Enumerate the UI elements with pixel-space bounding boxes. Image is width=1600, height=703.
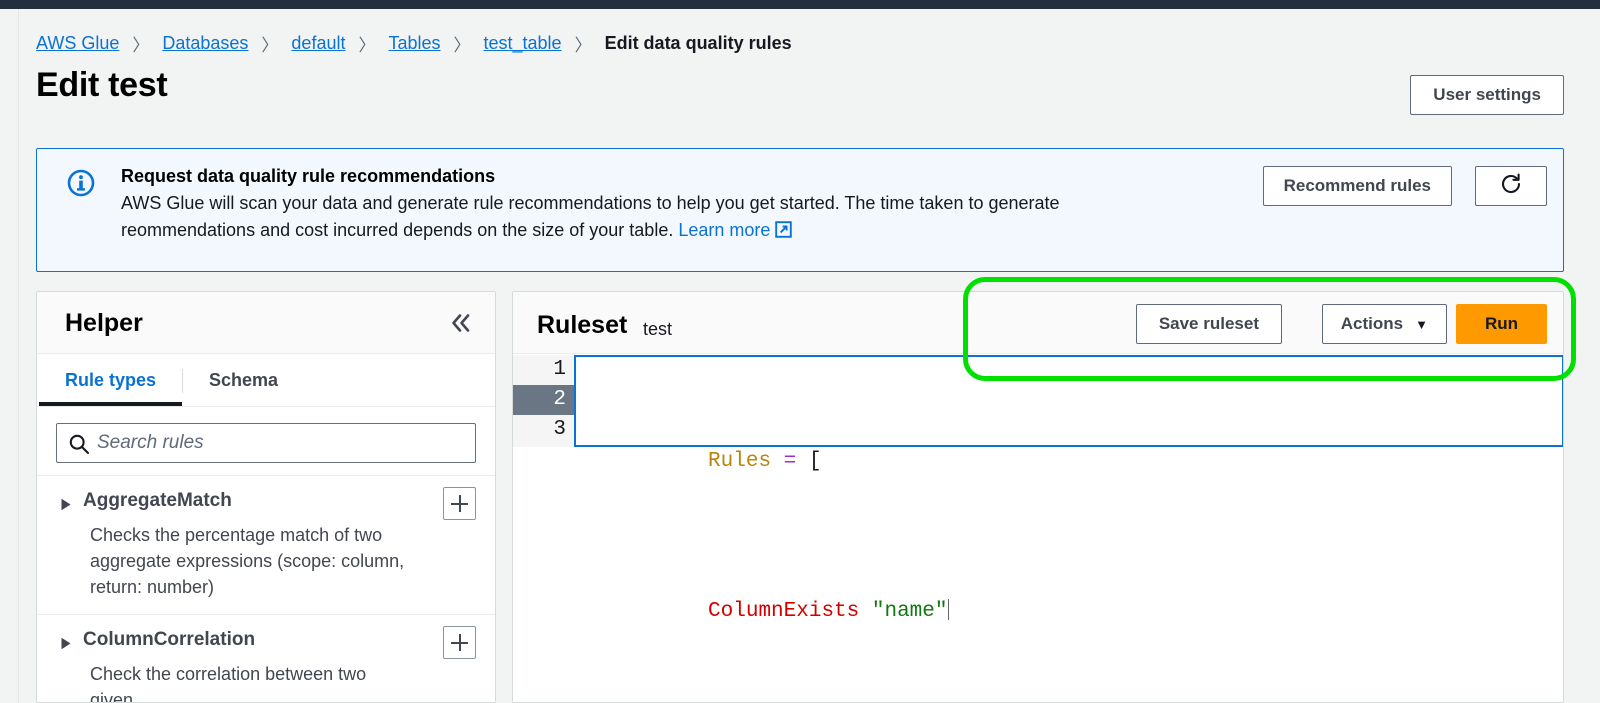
rule-type-header[interactable]: AggregateMatch: [56, 490, 476, 517]
save-ruleset-button[interactable]: Save ruleset: [1135, 304, 1282, 344]
recommend-rules-button[interactable]: Recommend rules: [1262, 166, 1452, 206]
tab-schema[interactable]: Schema: [183, 354, 304, 406]
breadcrumb-separator-icon: 〉: [453, 36, 471, 55]
breadcrumb-item-default[interactable]: default: [291, 33, 345, 54]
run-button[interactable]: Run: [1455, 304, 1547, 344]
helper-tabs: Rule types Schema: [37, 354, 495, 407]
banner-line-1: AWS Glue will scan your data and generat…: [121, 193, 1060, 213]
rule-type-description: Checks the percentage match of two aggre…: [90, 525, 405, 598]
add-rule-button-columncorrelation[interactable]: [443, 626, 476, 660]
page-title: Edit test: [36, 66, 168, 104]
breadcrumb-item-test-table[interactable]: test_table: [484, 33, 562, 54]
chevron-down-icon: ▼: [1415, 316, 1428, 332]
code-token: Rules: [708, 450, 772, 473]
code-token: =: [783, 450, 797, 473]
ruleset-name: test: [643, 319, 673, 339]
gutter-line-2[interactable]: 2: [513, 385, 574, 415]
page-header: Edit test User settings: [36, 66, 1564, 125]
editor-gutter: 1 2 3: [513, 355, 586, 447]
recommendations-info-banner: Request data quality rule recommendation…: [36, 148, 1564, 272]
helper-header: Helper: [37, 292, 495, 354]
breadcrumb-item-tables[interactable]: Tables: [388, 33, 440, 54]
refresh-icon: [1499, 172, 1523, 201]
rule-type-name: AggregateMatch: [83, 490, 232, 511]
helper-panel: Helper Rule types Schema Search rules Ag…: [36, 291, 496, 703]
line-number: 2: [553, 388, 566, 411]
rule-type-name: ColumnCorrelation: [83, 629, 256, 651]
ruleset-panel: Ruleset test Save ruleset Actions ▼ Run …: [512, 291, 1564, 703]
line-number: 1: [553, 358, 566, 381]
rule-type-item-columncorrelation[interactable]: ColumnCorrelation Check the correlation …: [37, 614, 495, 703]
gutter-line-3[interactable]: 3: [513, 415, 574, 445]
code-token: "name": [871, 600, 948, 623]
page-container: AWS Glue 〉 Databases 〉 default 〉 Tables …: [20, 9, 1600, 703]
banner-heading: Request data quality rule recommendation…: [121, 166, 496, 186]
triangle-right-icon[interactable]: [60, 495, 72, 517]
ruleset-header: Ruleset test Save ruleset Actions ▼ Run: [513, 292, 1563, 354]
ruleset-title: Ruleset: [537, 311, 628, 339]
editor-code-content[interactable]: Rules = [ ColumnExists "name" ]: [576, 357, 1562, 623]
banner-line-2-text: reommendations and cost incurred depends…: [121, 219, 679, 240]
gutter-line-1[interactable]: 1: [513, 355, 586, 385]
actions-label: Actions: [1340, 314, 1404, 333]
triangle-right-icon[interactable]: [60, 634, 72, 656]
breadcrumb-item-current: Edit data quality rules: [604, 33, 792, 53]
rule-type-item-aggregatematch[interactable]: AggregateMatch Checks the percentage mat…: [37, 475, 495, 614]
banner-line-2: reommendations and cost incurred depends…: [121, 217, 1201, 246]
rule-types-list: AggregateMatch Checks the percentage mat…: [37, 475, 495, 703]
breadcrumb: AWS Glue 〉 Databases 〉 default 〉 Tables …: [36, 31, 792, 56]
code-line-1[interactable]: Rules = [: [582, 417, 1562, 507]
search-icon: [68, 433, 90, 460]
code-line-2[interactable]: ColumnExists "name": [582, 567, 1562, 657]
search-rules-container: [56, 423, 476, 463]
banner-body: Request data quality rule recommendation…: [121, 166, 1201, 245]
breadcrumb-separator-icon: 〉: [358, 36, 376, 55]
actions-dropdown-button[interactable]: Actions ▼: [1321, 304, 1447, 344]
code-token: [: [808, 450, 822, 473]
rule-type-description: Check the correlation between two given: [90, 664, 367, 703]
refresh-button[interactable]: [1475, 166, 1547, 206]
add-rule-button-aggregatematch[interactable]: [443, 487, 476, 520]
rule-type-header[interactable]: ColumnCorrelation: [56, 629, 476, 656]
external-link-icon: [775, 219, 793, 246]
left-nav-rail: [0, 9, 19, 703]
ruleset-code-editor[interactable]: Rules = [ ColumnExists "name" ]: [574, 355, 1563, 623]
chevron-double-left-icon[interactable]: [449, 312, 473, 339]
breadcrumb-item-aws-glue[interactable]: AWS Glue: [36, 33, 119, 54]
text-cursor: [947, 599, 949, 620]
breadcrumb-separator-icon: 〉: [574, 36, 592, 55]
info-icon: [67, 169, 95, 197]
helper-title: Helper: [65, 309, 143, 337]
line-number: 3: [553, 418, 566, 441]
user-settings-button[interactable]: User settings: [1410, 75, 1564, 115]
tab-rule-types[interactable]: Rule types: [39, 354, 183, 406]
breadcrumb-item-databases[interactable]: Databases: [162, 33, 248, 54]
search-rules-input[interactable]: [97, 424, 467, 462]
breadcrumb-separator-icon: 〉: [132, 36, 150, 55]
learn-more-link[interactable]: Learn more: [678, 220, 770, 240]
top-navigation-bar: [0, 0, 1600, 9]
breadcrumb-separator-icon: 〉: [261, 36, 279, 55]
code-token: ColumnExists: [708, 600, 860, 623]
